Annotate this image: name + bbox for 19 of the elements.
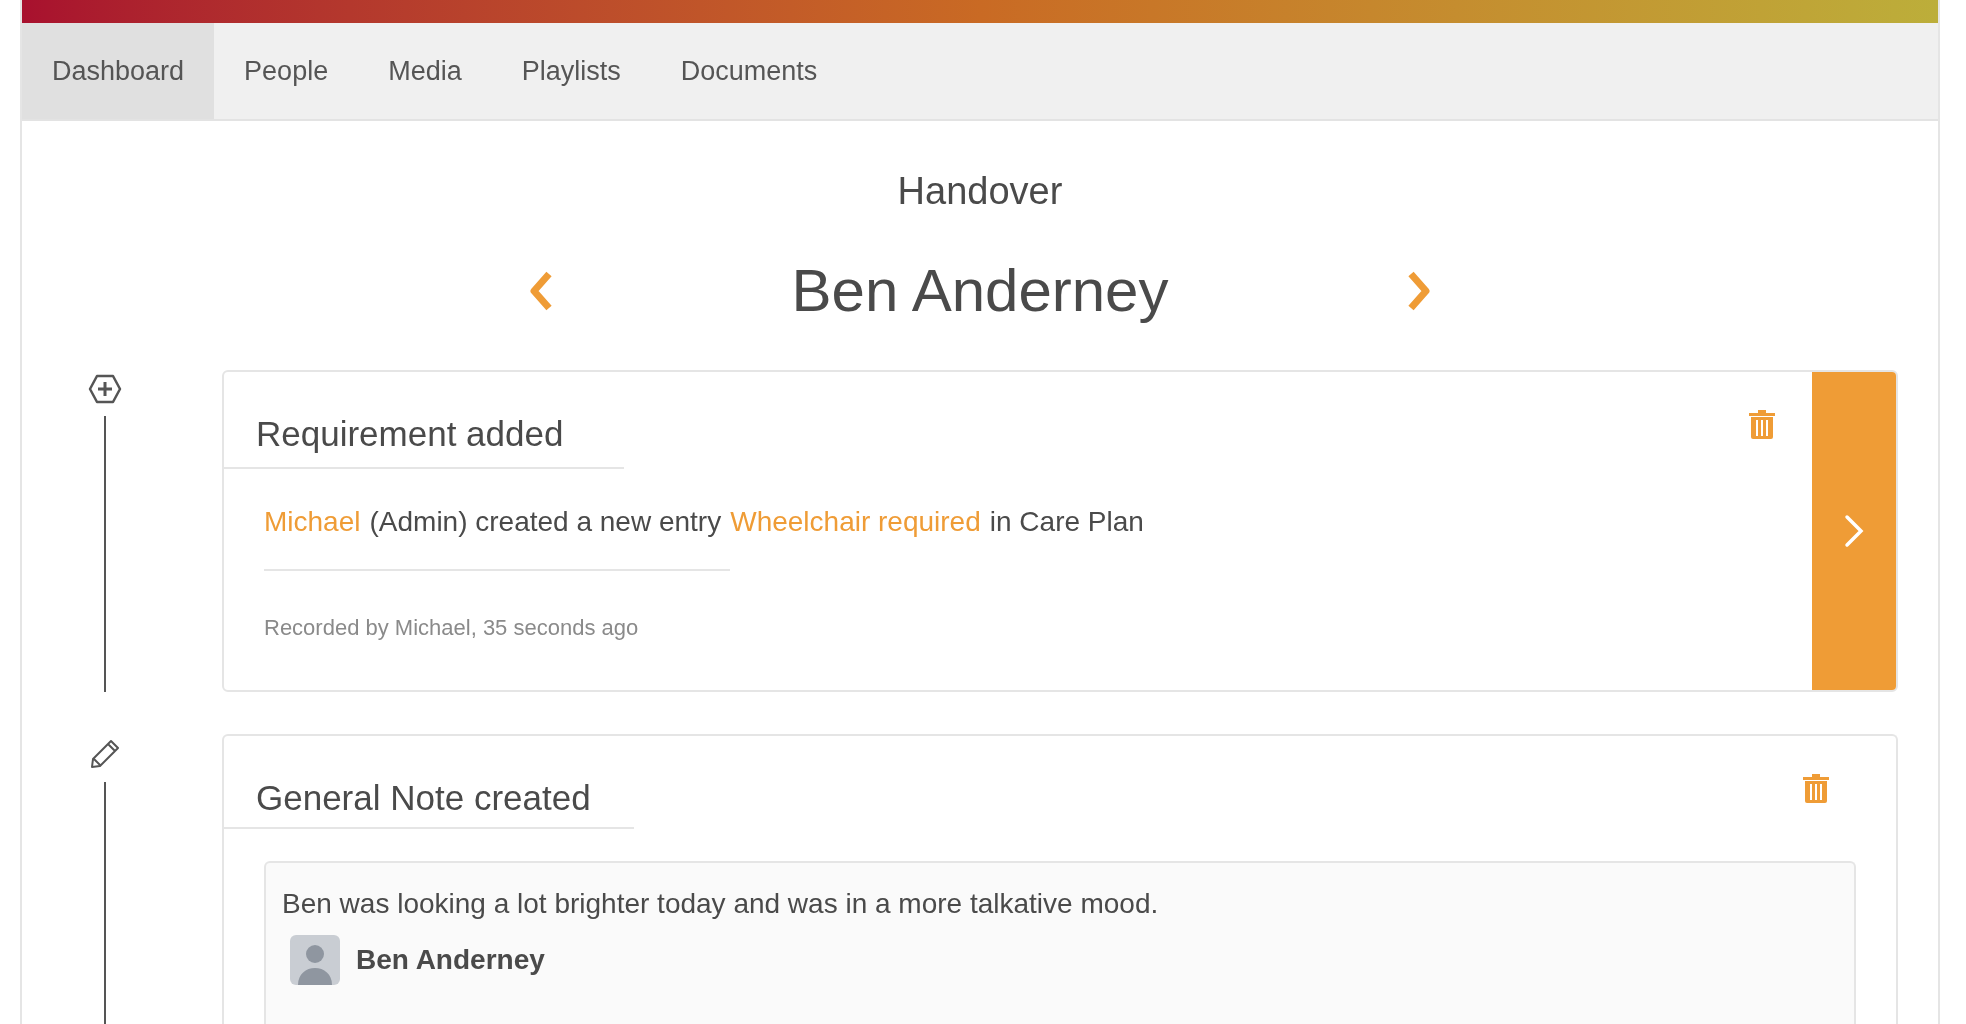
person-name: Ben Anderney — [790, 256, 1170, 326]
nav-tab[interactable]: Media — [358, 23, 492, 119]
nav-tab[interactable]: Playlists — [491, 23, 651, 119]
avatar-icon — [290, 934, 340, 985]
author-name: Ben Anderney — [356, 942, 545, 977]
nav-tab[interactable]: Documents — [650, 23, 848, 119]
entry-title: Requirement added — [224, 408, 624, 469]
trash-icon[interactable] — [1748, 408, 1776, 440]
nav-tab[interactable]: People — [214, 23, 359, 119]
trash-icon[interactable] — [1802, 772, 1830, 804]
chevron-right-icon — [1844, 514, 1864, 548]
nav-tab[interactable]: Dashboard — [22, 23, 215, 119]
pencil-icon — [88, 738, 121, 770]
note-text: Ben was looking a lot brighter today and was in a more talkative mood. — [282, 886, 1160, 921]
hexagon-plus-icon — [87, 374, 122, 404]
page-title: Handover — [897, 169, 1063, 214]
entry-message: Michael (Admin) created a new entry Wheelchair required in Care Plan — [264, 500, 1812, 543]
entry-title: General Note created — [224, 772, 634, 829]
entry-footer: Recorded by Michael, 35 seconds ago — [264, 610, 1812, 644]
